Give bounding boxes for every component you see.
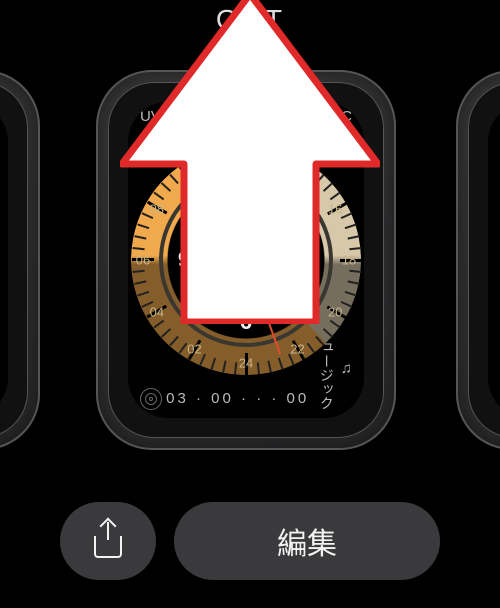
hour-marker: 9 — [178, 247, 190, 273]
gmt-marker: 22 — [290, 342, 304, 357]
gmt-marker: 24 — [239, 356, 253, 371]
gmt-marker: 04 — [150, 304, 164, 319]
hour-marker: 10 — [180, 216, 204, 242]
gmt-dial: 121234567891011 020406081012141618202224… — [131, 145, 361, 375]
temp-unit: °C — [335, 108, 352, 125]
bottom-left-value: 03 · 00 · · · 00 — [166, 390, 309, 407]
gmt-marker: 16 — [328, 201, 342, 216]
next-face-card[interactable] — [456, 70, 500, 450]
gmt-marker: 20 — [328, 304, 342, 319]
hour-marker: 7 — [209, 301, 221, 327]
hour-marker: 11 — [203, 193, 226, 219]
temperature-complication[interactable]: 15 °C — [308, 108, 352, 125]
watch-screen: UVI ····· 15 °C 03 · 00 · · · 00 ミュージック … — [128, 102, 364, 418]
bottom-left-complication[interactable]: 03 · 00 · · · 00 — [140, 388, 309, 410]
share-button[interactable] — [60, 502, 156, 580]
edit-button[interactable]: 編集 — [174, 502, 440, 580]
gmt-marker: 18 — [342, 253, 356, 268]
gmt-marker: 02 — [187, 342, 201, 357]
current-face-card[interactable]: UVI ····· 15 °C 03 · 00 · · · 00 ミュージック … — [96, 70, 396, 450]
gmt-marker: 06 — [136, 253, 150, 268]
uv-index-complication[interactable]: UVI ····· — [140, 108, 209, 125]
watch-face-gallery[interactable]: GMT UVI ····· 15 °C 03 · 00 · · · 00 — [0, 0, 500, 608]
prev-face-card[interactable] — [0, 70, 40, 450]
gmt-marker: 10 — [187, 163, 201, 178]
hour-marker: 3 — [302, 247, 314, 273]
date-number: 17 — [273, 250, 293, 271]
activity-rings-icon — [140, 388, 162, 410]
face-name: GMT — [0, 4, 500, 36]
hour-marker: 4 — [294, 278, 306, 304]
edit-button-label: 編集 — [277, 519, 337, 563]
temp-arc: 15 — [308, 108, 331, 125]
gmt-marker: 08 — [150, 201, 164, 216]
uv-label: UVI — [140, 108, 165, 125]
hour-marker: 5 — [271, 301, 283, 327]
share-icon — [94, 524, 122, 558]
hour-marker: 6 — [240, 309, 252, 335]
face-actions-row: 編集 — [0, 502, 500, 580]
gmt-marker: 12 — [239, 150, 253, 165]
hour-marker: 12 — [234, 185, 258, 211]
uv-arc: ····· — [169, 108, 209, 125]
hour-marker: 8 — [186, 278, 198, 304]
gmt-marker: 14 — [290, 163, 304, 178]
